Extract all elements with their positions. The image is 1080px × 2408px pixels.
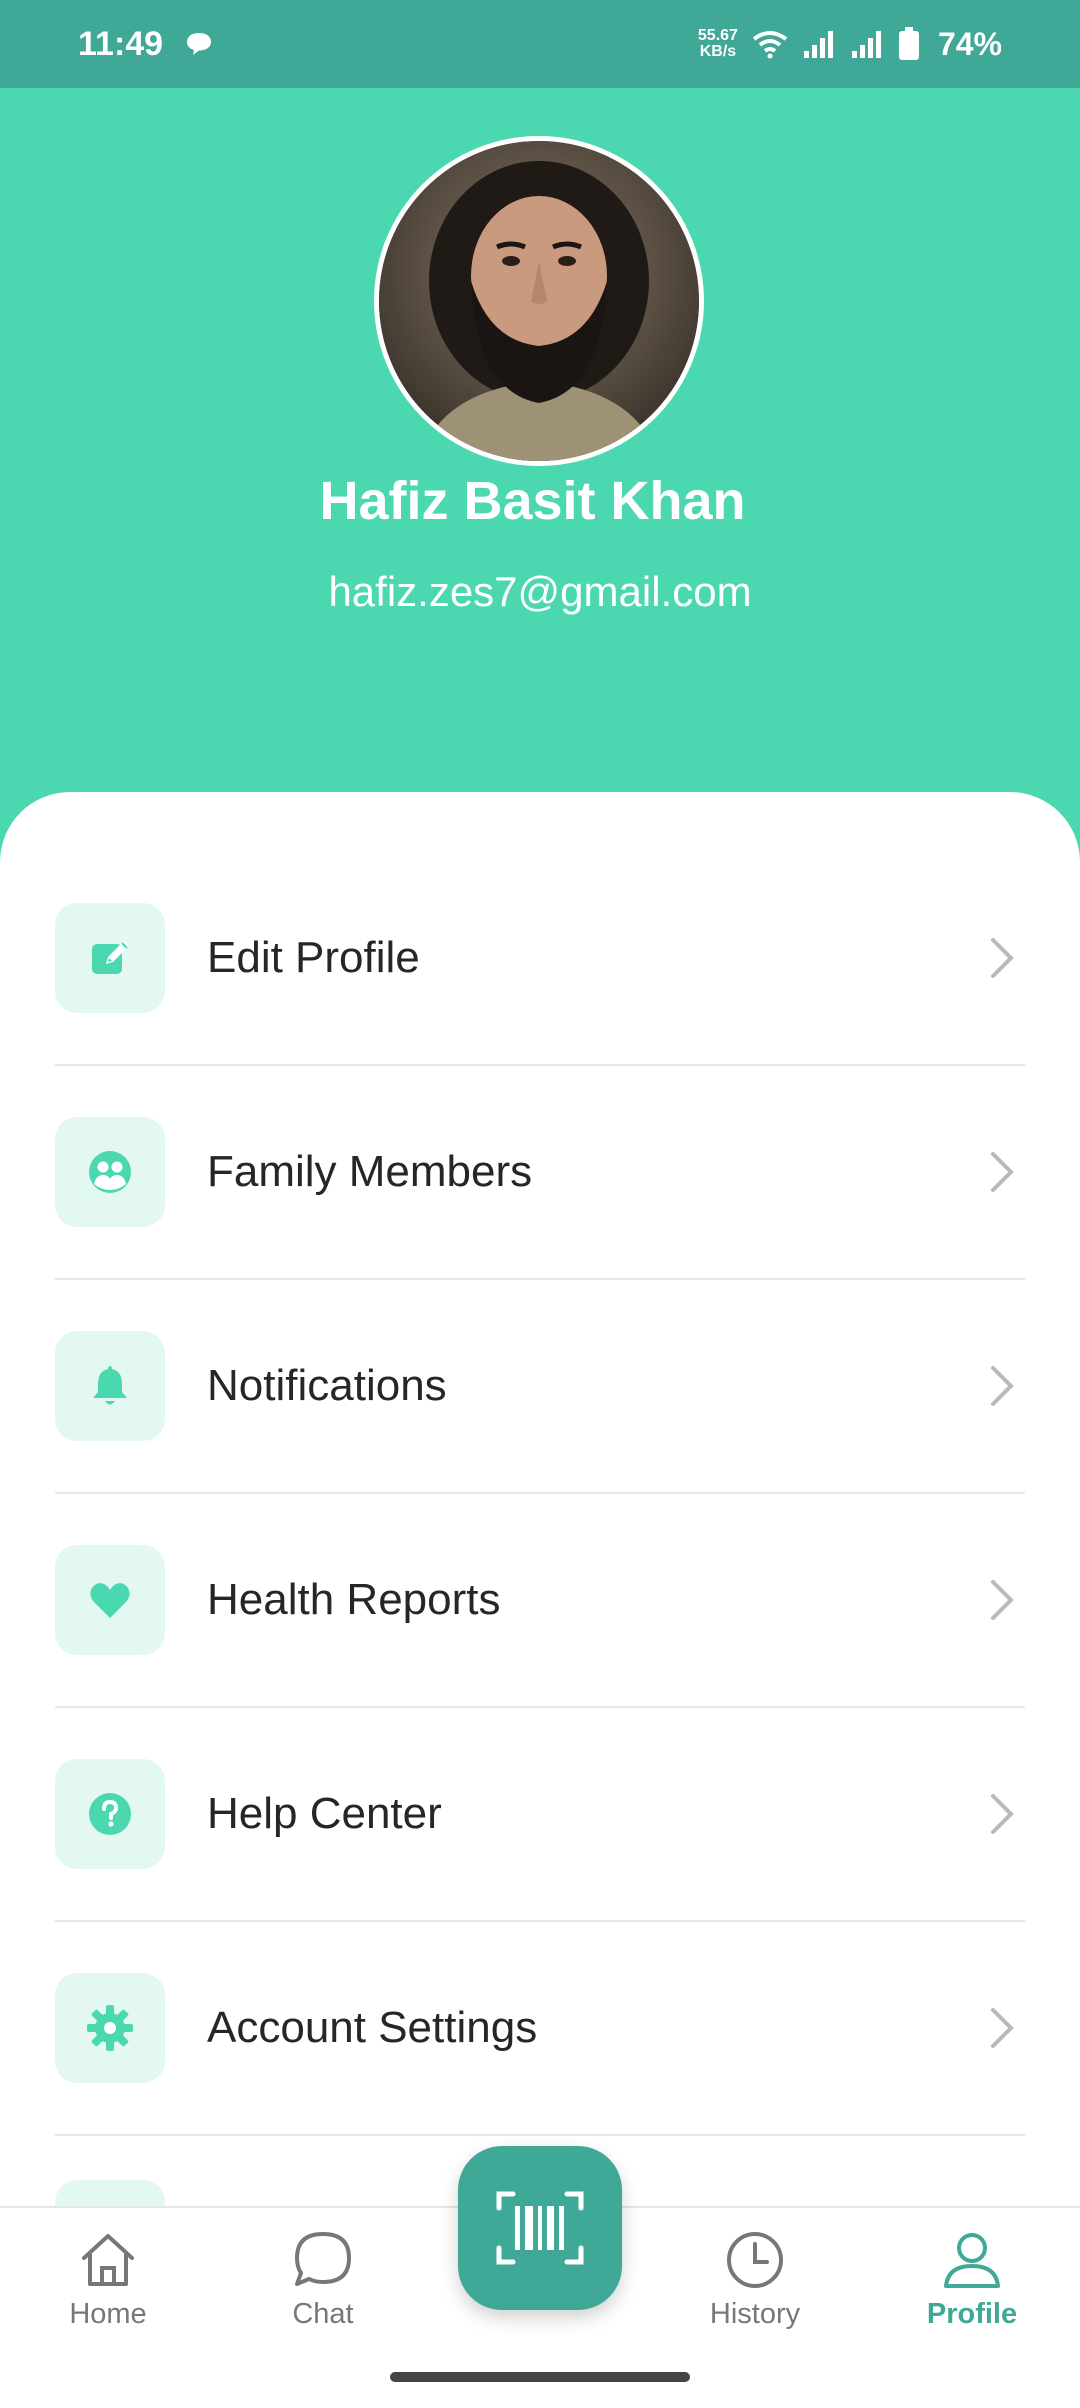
gear-icon xyxy=(87,2005,133,2051)
bell-icon xyxy=(93,1366,127,1405)
menu-icon-box xyxy=(55,903,165,1013)
menu-icon-box xyxy=(55,1759,165,1869)
nav-item-profile[interactable]: Profile xyxy=(882,2228,1062,2331)
menu-item-label: Notifications xyxy=(207,1361,447,1410)
avatar[interactable] xyxy=(374,136,704,466)
menu-icon-box xyxy=(55,1545,165,1655)
nav-item-chat[interactable]: Chat xyxy=(233,2228,413,2331)
menu-item-notifications[interactable]: Notifications xyxy=(55,1280,1025,1494)
home-icon xyxy=(82,2234,134,2286)
profile-menu-sheet: Edit Profile Family Members Notification… xyxy=(0,792,1080,2220)
status-time: 11:49 xyxy=(78,24,164,63)
net-speed-unit: KB/s xyxy=(699,43,737,60)
menu-item-label: Edit Profile xyxy=(207,933,420,982)
status-bar: 11:49 55.67 KB/s 74% xyxy=(0,0,1080,88)
menu-item-edit-profile[interactable]: Edit Profile xyxy=(55,852,1025,1066)
chevron-right-icon xyxy=(991,2008,1014,2048)
avatar-photo xyxy=(379,141,699,461)
heart-icon xyxy=(90,1583,130,1618)
user-name: Hafiz Basit Khan xyxy=(319,471,746,531)
menu-item-account-settings[interactable]: Account Settings xyxy=(55,1922,1025,2136)
battery-percent: 74% xyxy=(937,25,1002,62)
home-indicator[interactable] xyxy=(390,2372,690,2382)
clock-icon xyxy=(727,2232,783,2288)
menu-icon-box xyxy=(55,1331,165,1441)
menu-item-help-center[interactable]: Help Center xyxy=(55,1708,1025,1922)
edit-icon xyxy=(92,941,129,974)
nav-item-history[interactable]: History xyxy=(665,2228,845,2331)
wifi-icon xyxy=(752,31,788,59)
nav-item-home[interactable]: Home xyxy=(18,2228,198,2331)
help-icon xyxy=(89,1793,131,1835)
menu-item-health-reports[interactable]: Health Reports xyxy=(55,1494,1025,1708)
chevron-right-icon xyxy=(991,1794,1014,1834)
net-speed-value: 55.67 xyxy=(697,27,738,44)
user-email: hafiz.zes7@gmail.com xyxy=(328,568,752,615)
chevron-right-icon xyxy=(991,1152,1014,1192)
profile-header: Hafiz Basit Khan hafiz.zes7@gmail.com xyxy=(0,88,1080,878)
nav-label: Chat xyxy=(292,2298,354,2330)
nav-label: Home xyxy=(69,2298,147,2330)
menu-item-family-members[interactable]: Family Members xyxy=(55,1066,1025,1280)
menu-item-label: Help Center xyxy=(207,1789,442,1838)
signal-icon-2 xyxy=(851,31,881,58)
menu-item-label: Family Members xyxy=(207,1147,533,1196)
chevron-right-icon xyxy=(991,1366,1014,1406)
family-icon xyxy=(89,1151,131,1193)
barcode-scan-icon xyxy=(496,2191,584,2265)
chat-icon xyxy=(295,2232,351,2286)
chevron-right-icon xyxy=(991,938,1014,978)
menu-icon-box xyxy=(55,1117,165,1227)
signal-icon xyxy=(803,31,833,58)
battery-icon xyxy=(898,27,919,60)
menu-item-label: Account Settings xyxy=(207,2003,538,2052)
menu-item-label: Health Reports xyxy=(207,1575,501,1624)
menu-icon-box xyxy=(55,1973,165,2083)
scan-button[interactable] xyxy=(458,2146,622,2310)
message-notification-icon xyxy=(187,33,212,55)
status-indicators: 55.67 KB/s 74% xyxy=(698,26,1002,63)
nav-label: Profile xyxy=(926,2298,1018,2330)
chevron-right-icon xyxy=(991,1580,1014,1620)
nav-label: History xyxy=(709,2298,801,2330)
network-speed: 55.67 KB/s xyxy=(698,28,738,60)
user-icon xyxy=(944,2233,1000,2288)
